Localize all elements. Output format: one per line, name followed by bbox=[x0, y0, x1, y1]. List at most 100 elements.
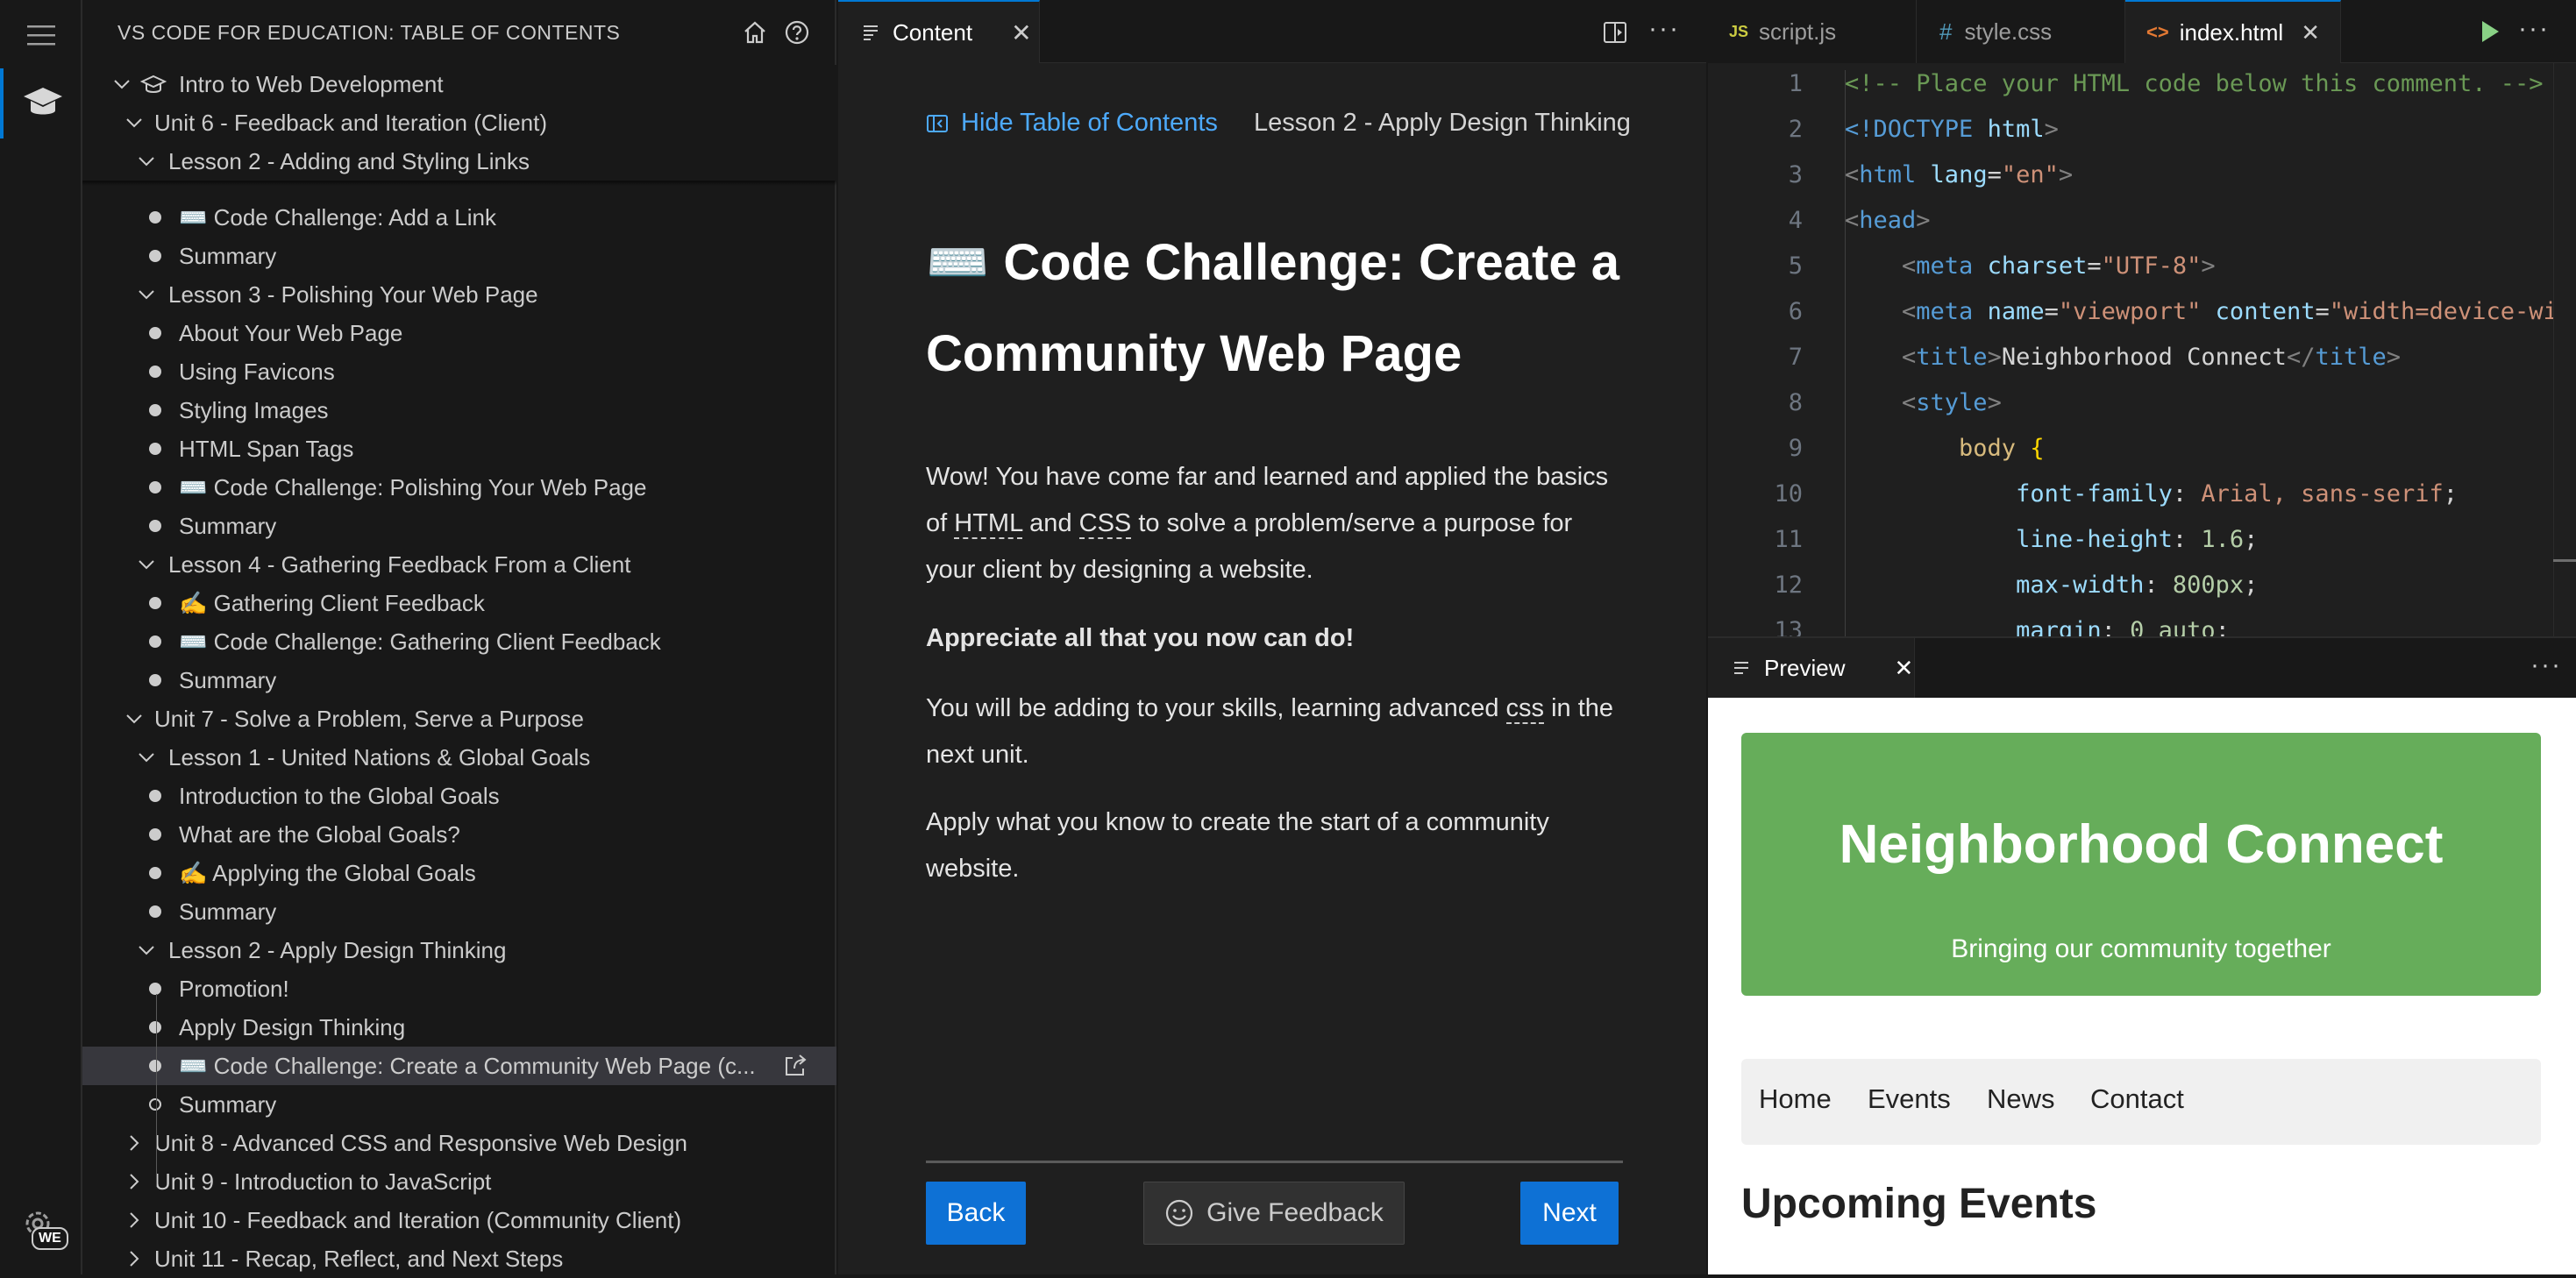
toc-unit[interactable]: Unit 11 - Recap, Reflect, and Next Steps bbox=[82, 1239, 836, 1278]
code-token: { bbox=[2016, 435, 2045, 462]
complete-dot-icon bbox=[149, 905, 161, 918]
close-icon[interactable]: ✕ bbox=[2301, 19, 2320, 46]
code-token: style bbox=[1916, 389, 1988, 416]
toc-lesson[interactable]: Lesson 4 - Gathering Feedback From a Cli… bbox=[82, 545, 836, 584]
code-line[interactable]: <html lang="en"> bbox=[1845, 161, 2073, 188]
give-feedback-button[interactable]: Give Feedback bbox=[1143, 1182, 1405, 1245]
toc-item[interactable]: Summary bbox=[82, 507, 836, 545]
toc-item[interactable]: ⌨️ Code Challenge: Gathering Client Feed… bbox=[82, 622, 836, 661]
code-token: <!-- Place your HTML code below this com… bbox=[1845, 70, 2544, 97]
line-number: 1 bbox=[1788, 70, 1803, 97]
tab-label: script.js bbox=[1759, 18, 1837, 45]
education-icon[interactable] bbox=[0, 68, 82, 138]
toc-item[interactable]: Summary bbox=[82, 661, 836, 699]
code-token: < bbox=[1845, 344, 1917, 371]
code-line[interactable]: <!DOCTYPE html> bbox=[1845, 116, 2059, 143]
chevron-right-icon bbox=[130, 1135, 139, 1151]
code-line[interactable]: max-width: 800px; bbox=[1845, 572, 2258, 599]
complete-dot-icon bbox=[149, 1060, 161, 1072]
chevron-down-icon bbox=[139, 290, 154, 300]
toc-item[interactable]: ⌨️ Code Challenge: Create a Community We… bbox=[82, 1047, 836, 1085]
code-line[interactable]: line-height: 1.6; bbox=[1845, 526, 2258, 553]
toc-unit[interactable]: Unit 10 - Feedback and Iteration (Commun… bbox=[82, 1201, 836, 1239]
toc-label: Unit 8 - Advanced CSS and Responsive Web… bbox=[154, 1129, 687, 1156]
preview-nav-events[interactable]: Events bbox=[1868, 1083, 1951, 1115]
toc-unit[interactable]: Unit 6 - Feedback and Iteration (Client) bbox=[82, 103, 836, 142]
toc-lesson[interactable]: Lesson 3 - Polishing Your Web Page bbox=[82, 275, 836, 314]
close-icon[interactable]: ✕ bbox=[1011, 18, 1031, 47]
preview-nav-news[interactable]: News bbox=[1987, 1083, 2055, 1115]
complete-dot-icon bbox=[149, 404, 161, 416]
tab-style-css[interactable]: # style.css bbox=[1917, 0, 2125, 63]
toc-unit[interactable]: Unit 8 - Advanced CSS and Responsive Web… bbox=[82, 1124, 836, 1162]
toc-unit[interactable]: Unit 7 - Solve a Problem, Serve a Purpos… bbox=[82, 699, 836, 738]
toc-item[interactable]: Summary bbox=[82, 237, 836, 275]
code-token: 1.6 bbox=[2201, 526, 2245, 553]
toc-course[interactable]: Intro to Web Development bbox=[82, 65, 836, 103]
tab-content[interactable]: Content ✕ bbox=[838, 0, 1040, 63]
toc-item[interactable]: Summary bbox=[82, 892, 836, 931]
more-actions-icon[interactable]: ··· bbox=[1648, 14, 1680, 44]
help-icon[interactable] bbox=[784, 19, 810, 46]
toc-label: About Your Web Page bbox=[179, 319, 403, 346]
share-icon[interactable] bbox=[782, 1053, 808, 1079]
toc-item[interactable]: ✍️ Applying the Global Goals bbox=[82, 854, 836, 892]
tab-preview[interactable]: Preview ✕ bbox=[1708, 638, 1915, 698]
toc-item[interactable]: Apply Design Thinking bbox=[82, 1008, 836, 1047]
code-line[interactable]: body { bbox=[1845, 435, 2045, 462]
tab-script-js[interactable]: JS script.js bbox=[1708, 0, 1917, 63]
smiley-icon bbox=[1166, 1199, 1193, 1227]
toc-label: Summary bbox=[179, 512, 277, 539]
give-feedback-label: Give Feedback bbox=[1206, 1198, 1384, 1227]
menu-icon[interactable] bbox=[0, 0, 82, 70]
toc-unit[interactable]: Unit 9 - Introduction to JavaScript bbox=[82, 1162, 836, 1201]
toc-item[interactable]: Introduction to the Global Goals bbox=[82, 777, 836, 815]
complete-dot-icon bbox=[149, 674, 161, 686]
toc-item[interactable]: Summary bbox=[82, 1085, 836, 1124]
toc-item[interactable]: Styling Images bbox=[82, 391, 836, 430]
code-line[interactable]: <meta charset="UTF-8"> bbox=[1845, 252, 2216, 280]
open-preview-icon[interactable] bbox=[1603, 21, 1627, 48]
account-icon[interactable]: WE bbox=[0, 1192, 82, 1262]
paragraph-text: and bbox=[1022, 509, 1079, 537]
preview-nav-contact[interactable]: Contact bbox=[2090, 1083, 2184, 1115]
complete-dot-icon bbox=[149, 366, 161, 378]
close-icon[interactable]: ✕ bbox=[1894, 655, 1913, 682]
code-token: "viewport" bbox=[2058, 298, 2202, 325]
hide-toc-link[interactable]: Hide Table of Contents bbox=[926, 109, 1218, 138]
vertical-scrollbar[interactable] bbox=[2553, 63, 2576, 636]
code-line[interactable]: <style> bbox=[1845, 389, 2002, 416]
more-actions-icon[interactable]: ··· bbox=[2518, 14, 2550, 44]
code-token: : bbox=[2172, 526, 2202, 553]
tab-index-html[interactable]: <> index.html ✕ bbox=[2125, 0, 2341, 63]
code-line[interactable]: <title>Neighborhood Connect</title> bbox=[1845, 344, 2401, 371]
toc-item[interactable]: HTML Span Tags bbox=[82, 430, 836, 468]
toc-item[interactable]: Using Favicons bbox=[82, 352, 836, 391]
run-icon[interactable] bbox=[2480, 19, 2501, 48]
complete-dot-icon bbox=[149, 327, 161, 339]
toc-item[interactable]: What are the Global Goals? bbox=[82, 815, 836, 854]
toc-lesson[interactable]: Lesson 1 - United Nations & Global Goals bbox=[82, 738, 836, 777]
toc-item[interactable]: Promotion! bbox=[82, 969, 836, 1008]
toc-item[interactable]: About Your Web Page bbox=[82, 314, 836, 352]
code-line[interactable]: font-family: Arial, sans-serif; bbox=[1845, 480, 2458, 508]
code-token: ; bbox=[2215, 617, 2230, 636]
toc-item[interactable]: ⌨️ Code Challenge: Polishing Your Web Pa… bbox=[82, 468, 836, 507]
back-button[interactable]: Back bbox=[926, 1182, 1026, 1245]
toc-item[interactable]: ⌨️ Code Challenge: Add a Link bbox=[82, 198, 836, 237]
line-number: 8 bbox=[1788, 389, 1803, 416]
preview-tabbar: Preview ✕ ··· bbox=[1708, 636, 2576, 698]
code-line[interactable]: <head> bbox=[1845, 207, 1931, 234]
next-button[interactable]: Next bbox=[1520, 1182, 1619, 1245]
toc-item[interactable]: ✍️ Gathering Client Feedback bbox=[82, 584, 836, 622]
toc-lesson[interactable]: Lesson 2 - Adding and Styling Links bbox=[82, 142, 836, 181]
toc-lesson[interactable]: Lesson 2 - Apply Design Thinking bbox=[82, 931, 836, 969]
code-line[interactable]: <!-- Place your HTML code below this com… bbox=[1845, 70, 2544, 97]
code-line[interactable]: <meta name="viewport" content="width=dev… bbox=[1845, 298, 2576, 325]
home-icon[interactable] bbox=[742, 19, 768, 46]
line-number: 3 bbox=[1788, 161, 1803, 188]
preview-nav-home[interactable]: Home bbox=[1759, 1083, 1832, 1115]
code-line[interactable]: margin: 0 auto; bbox=[1845, 617, 2230, 636]
more-actions-icon[interactable]: ··· bbox=[2530, 650, 2562, 680]
code-token: "UTF-8" bbox=[2101, 252, 2202, 280]
